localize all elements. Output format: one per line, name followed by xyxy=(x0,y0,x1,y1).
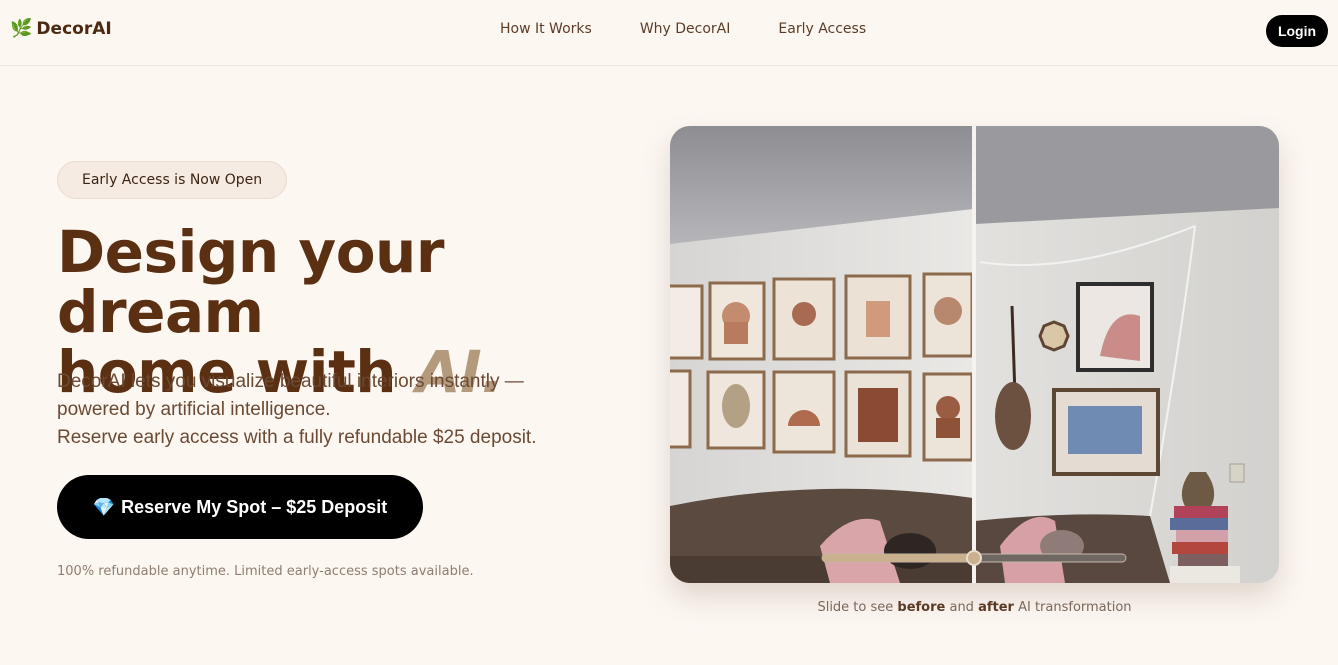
caption-before: before xyxy=(897,600,946,615)
nav-link-why-decorai[interactable]: Why DecorAI xyxy=(640,21,731,37)
brand-name: DecorAI xyxy=(36,19,112,39)
subtitle-line-1: DecorAI lets you visualize beautiful int… xyxy=(57,371,524,392)
caption-mid: and xyxy=(945,600,979,615)
reserve-spot-button[interactable]: 💎 Reserve My Spot – $25 Deposit xyxy=(57,475,423,539)
caption-post: AI transformation xyxy=(1013,600,1132,615)
nav-link-early-access[interactable]: Early Access xyxy=(778,21,866,37)
leaf-icon: 🌿 xyxy=(10,18,33,39)
gem-icon: 💎 xyxy=(92,496,116,517)
subtitle-line-2: powered by artificial intelligence. xyxy=(57,399,331,420)
brand-logo[interactable]: 🌿 DecorAI xyxy=(10,19,112,39)
reserve-spot-label: Reserve My Spot – $25 Deposit xyxy=(121,496,388,517)
comparison-caption: Slide to see before and after AI transfo… xyxy=(670,600,1279,615)
fine-print: 100% refundable anytime. Limited early-a… xyxy=(57,564,474,579)
headline-line-1: Design your dream xyxy=(57,218,444,346)
hero-subtitle: DecorAI lets you visualize beautiful int… xyxy=(57,368,617,452)
caption-after: after xyxy=(978,600,1014,615)
nav-links: How It Works Why DecorAI Early Access xyxy=(500,21,866,37)
early-access-badge: Early Access is Now Open xyxy=(57,161,288,199)
login-button[interactable]: Login xyxy=(1266,15,1328,47)
subtitle-line-3: Reserve early access with a fully refund… xyxy=(57,427,537,448)
slider-handle[interactable] xyxy=(966,550,982,566)
nav-link-how-it-works[interactable]: How It Works xyxy=(500,21,592,37)
before-after-comparison[interactable] xyxy=(670,126,1279,583)
room-photo xyxy=(670,126,1279,583)
caption-pre: Slide to see xyxy=(817,600,898,615)
top-nav: 🌿 DecorAI How It Works Why DecorAI Early… xyxy=(0,0,1338,66)
